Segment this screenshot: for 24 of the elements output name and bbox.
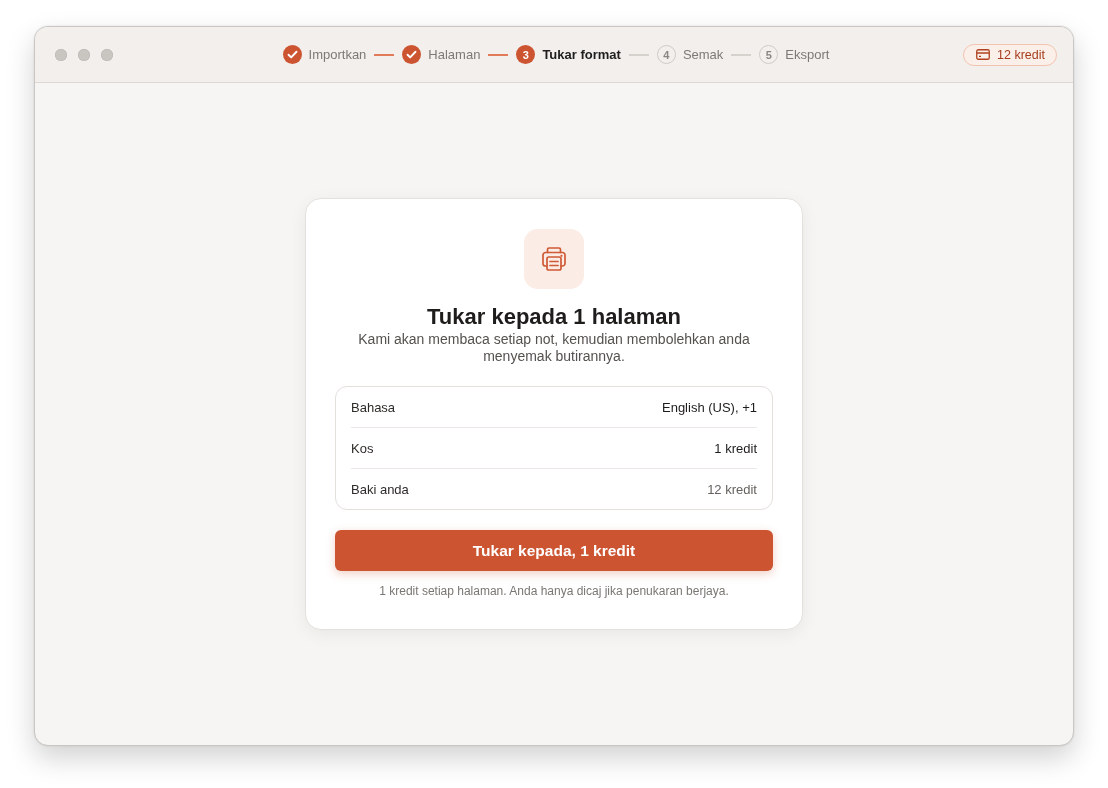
step-number: 3 xyxy=(516,45,536,64)
credit-card-icon xyxy=(976,49,991,60)
step-label: Importkan xyxy=(308,47,367,62)
zoom-window-button[interactable] xyxy=(101,48,113,61)
convert-button[interactable]: Tukar kepada, 1 kredit xyxy=(335,530,773,571)
step-label: Semak xyxy=(682,47,724,62)
close-window-button[interactable] xyxy=(55,48,67,61)
detail-value: 12 kredit xyxy=(707,481,757,497)
detail-label: Baki anda xyxy=(351,481,409,497)
detail-value: English (US), +1 xyxy=(662,399,757,415)
step-label: Eksport xyxy=(785,47,830,62)
step-connector xyxy=(374,53,395,56)
minimize-window-button[interactable] xyxy=(78,48,90,61)
credits-badge[interactable]: 12 kredit xyxy=(963,43,1057,66)
step-connector xyxy=(488,53,509,56)
footnote-text: 1 kredit setiap halaman. Anda hanya dicaj jika penukaran berjaya. xyxy=(379,584,729,598)
dialog-description: Kami akan membaca setiap not, kemudian membolehkan anda menyemak butirannya. xyxy=(357,331,751,365)
dialog-title: Tukar kepada 1 halaman xyxy=(427,303,681,330)
step-label: Tukar format xyxy=(542,47,621,62)
detail-value: 1 kredit xyxy=(714,440,757,456)
detail-label: Bahasa xyxy=(351,399,396,415)
step-label: Halaman xyxy=(428,47,481,62)
printer-icon xyxy=(524,229,584,289)
detail-label: Kos xyxy=(351,440,374,456)
